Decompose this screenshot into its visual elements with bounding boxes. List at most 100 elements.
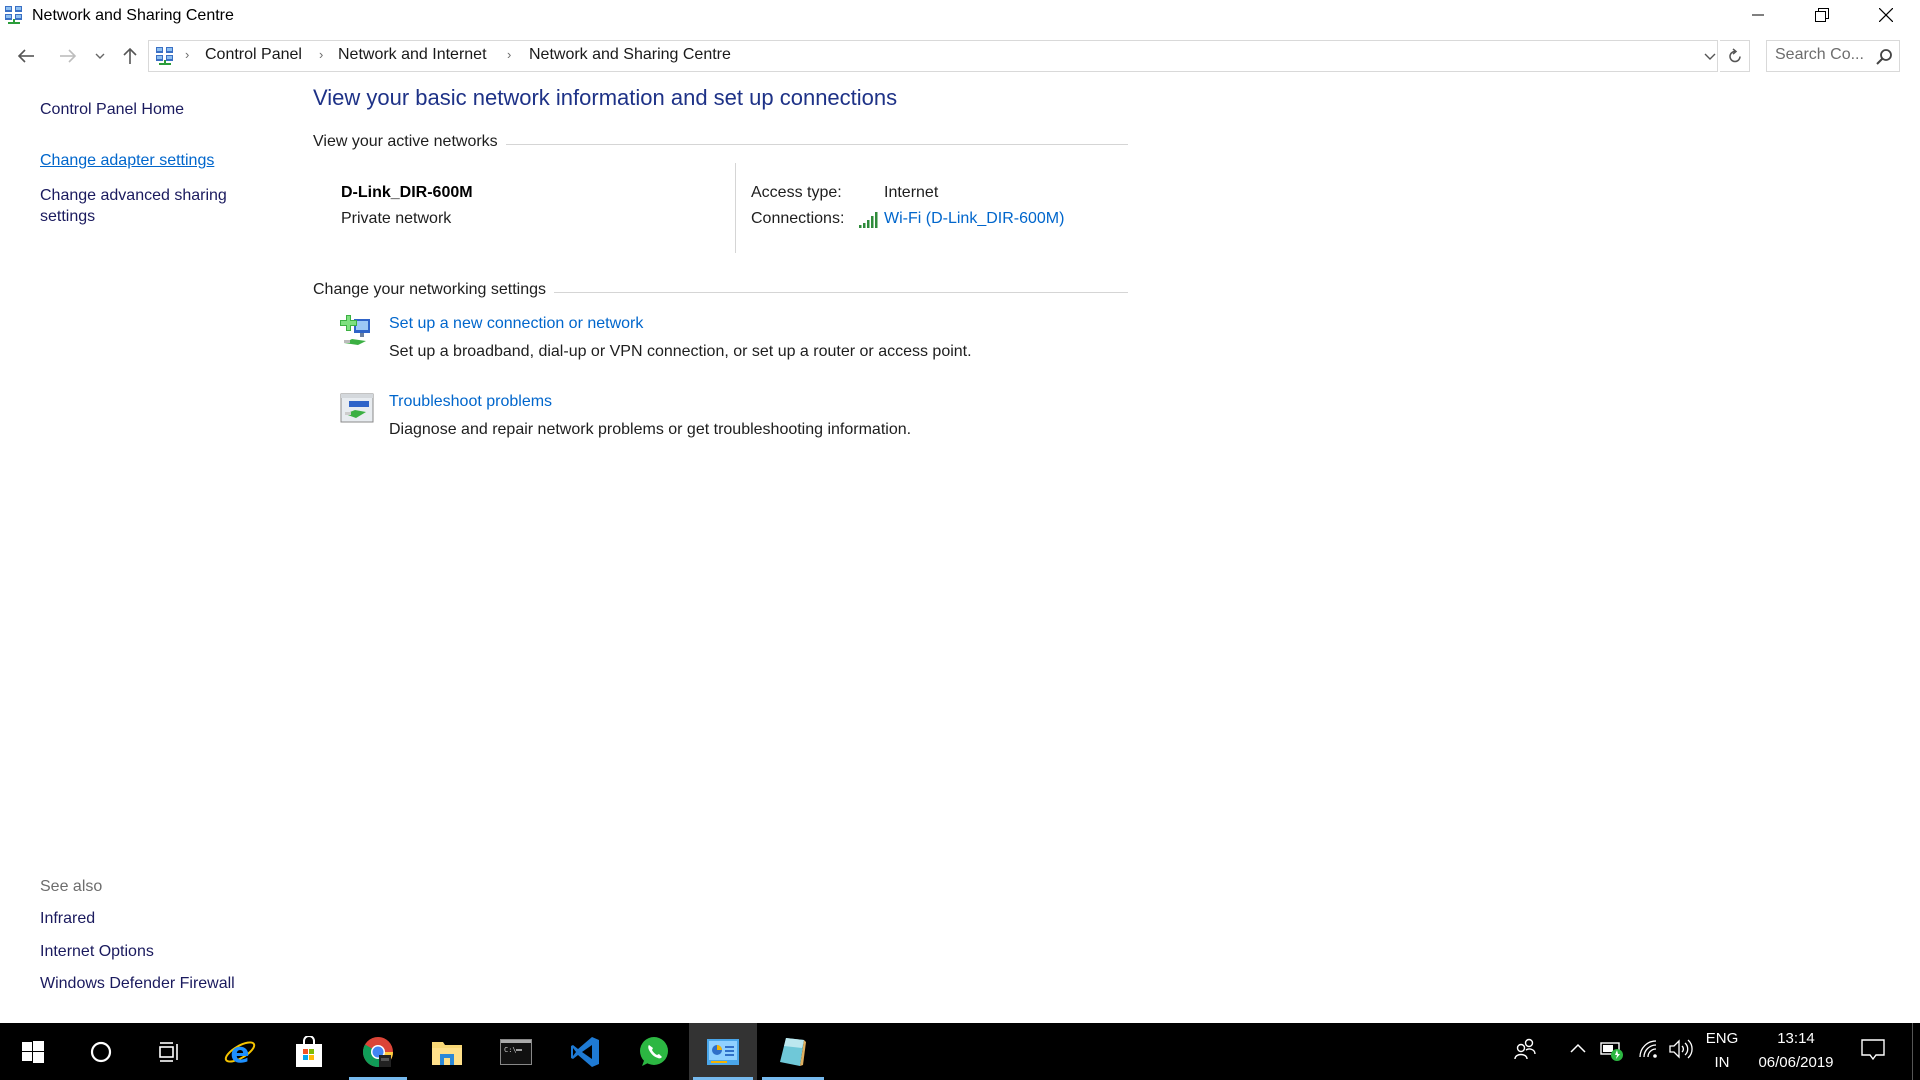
clock-time: 13:14 [1777,1030,1815,1047]
taskbar-app-store[interactable] [276,1023,342,1080]
address-bar[interactable]: › Control Panel › Network and Internet ›… [148,40,1718,72]
access-type-value: Internet [884,184,939,201]
troubleshoot-problems-description: Diagnose and repair network problems or … [389,421,912,438]
wifi-signal-icon [859,212,878,228]
see-also-link-infrared[interactable]: Infrared [40,910,95,928]
taskbar: e C:\ ENG IN 13:14 06/06/2019 [0,1023,1920,1080]
control-panel-icon [707,1038,739,1065]
breadcrumb-network-sharing-centre[interactable]: Network and Sharing Centre [529,46,731,64]
see-also-link-defender-firewall[interactable]: Windows Defender Firewall [40,975,235,993]
folder-icon [432,1041,462,1065]
troubleshoot-icon[interactable] [340,392,374,426]
restore-icon [1815,8,1829,22]
clock-date: 06/06/2019 [1758,1054,1834,1071]
troubleshoot-problems-link[interactable]: Troubleshoot problems [389,393,552,411]
window-title: Network and Sharing Centre [32,7,234,24]
chrome-icon [362,1036,393,1067]
recent-locations-button[interactable] [88,42,112,70]
show-hidden-icons-button[interactable] [1568,1039,1592,1063]
refresh-button[interactable] [1720,40,1750,72]
notification-icon [1861,1039,1885,1061]
whatsapp-icon [640,1036,668,1066]
refresh-icon [1728,48,1741,63]
store-bag-icon [296,1035,322,1067]
cortana-button[interactable] [68,1023,134,1080]
cortana-circle-icon [90,1041,112,1062]
change-settings-heading: Change your networking settings [313,281,555,299]
minimize-icon [1752,14,1764,16]
arrow-left-icon [17,49,34,63]
notepad-icon [780,1037,806,1066]
action-center-button[interactable] [1860,1037,1890,1067]
taskbar-app-internet-explorer[interactable]: e [207,1023,273,1080]
close-button[interactable] [1854,0,1918,30]
windows-logo-icon [22,1040,44,1063]
minimize-button[interactable] [1726,0,1790,30]
taskbar-app-command-prompt[interactable]: C:\ [483,1023,549,1080]
see-also-link-internet-options[interactable]: Internet Options [40,943,154,961]
clock[interactable]: 13:14 06/06/2019 [1748,1027,1844,1075]
volume-tray-button[interactable] [1668,1037,1696,1063]
speaker-icon [1669,1039,1693,1059]
task-view-icon [159,1041,178,1062]
start-button[interactable] [0,1023,66,1080]
taskbar-app-chrome[interactable] [345,1023,411,1080]
sidebar-link-control-panel-home[interactable]: Control Panel Home [40,101,184,119]
title-bar: Network and Sharing Centre [0,0,1920,32]
taskbar-app-notepad[interactable] [758,1023,828,1080]
svg-text:e: e [231,1036,250,1069]
sidebar-link-change-adapter-settings[interactable]: Change adapter settings [40,152,214,170]
task-view-button[interactable] [136,1023,202,1080]
wifi-connection-link[interactable]: Wi-Fi (D-Link_DIR-600M) [884,210,1064,228]
taskbar-app-control-panel[interactable] [689,1023,757,1080]
setup-new-connection-link[interactable]: Set up a new connection or network [389,315,643,333]
forward-button[interactable] [54,42,82,70]
chevron-down-icon [1704,53,1716,60]
address-history-dropdown[interactable] [1701,42,1719,70]
battery-tray-button[interactable] [1600,1037,1626,1063]
close-icon [1879,8,1893,22]
vscode-icon [571,1036,599,1067]
see-also-heading: See also [40,878,103,895]
breadcrumb-network-and-internet[interactable]: Network and Internet [338,46,487,64]
breadcrumb-control-panel[interactable]: Control Panel [205,46,302,64]
search-box[interactable] [1766,40,1900,72]
connections-label: Connections: [751,210,845,227]
back-button[interactable] [12,42,40,70]
arrow-right-icon [60,49,77,63]
network-profile-type: Private network [341,210,452,227]
network-centre-app-icon [5,6,22,24]
breadcrumb-separator[interactable]: › [319,47,323,62]
access-type-label: Access type: [751,184,842,201]
network-name: D-Link_DIR-600M [341,184,473,201]
arrow-up-icon [123,47,137,64]
control-panel-icon [156,47,173,65]
wifi-icon [1639,1040,1657,1058]
breadcrumb-separator[interactable]: › [507,47,511,62]
network-tray-button[interactable] [1636,1037,1662,1063]
ie-icon: e [224,1036,256,1069]
svg-text:C:\: C:\ [504,1046,517,1054]
people-icon [1514,1038,1536,1060]
people-button[interactable] [1512,1037,1542,1067]
search-input[interactable] [1775,46,1875,64]
up-button[interactable] [116,42,144,70]
cmd-icon: C:\ [500,1038,532,1065]
battery-charging-icon [1600,1042,1623,1061]
setup-new-connection-description: Set up a broadband, dial-up or VPN conne… [389,343,972,360]
search-icon[interactable] [1875,48,1893,66]
chevron-up-icon [1570,1043,1586,1053]
network-info-divider [735,163,736,253]
taskbar-app-whatsapp[interactable] [621,1023,687,1080]
sidebar-link-advanced-sharing-settings[interactable]: Change advanced sharing settings [40,185,260,227]
restore-button[interactable] [1790,0,1854,30]
breadcrumb-separator[interactable]: › [185,47,189,62]
language-indicator[interactable]: ENG IN [1700,1027,1744,1075]
language-region: IN [1714,1054,1730,1071]
taskbar-app-vscode[interactable] [552,1023,618,1080]
page-title: View your basic network information and … [313,85,898,110]
show-desktop-button[interactable] [1912,1023,1913,1080]
new-connection-icon[interactable] [340,313,374,347]
taskbar-app-file-explorer[interactable] [414,1023,480,1080]
chevron-down-icon [95,53,105,59]
